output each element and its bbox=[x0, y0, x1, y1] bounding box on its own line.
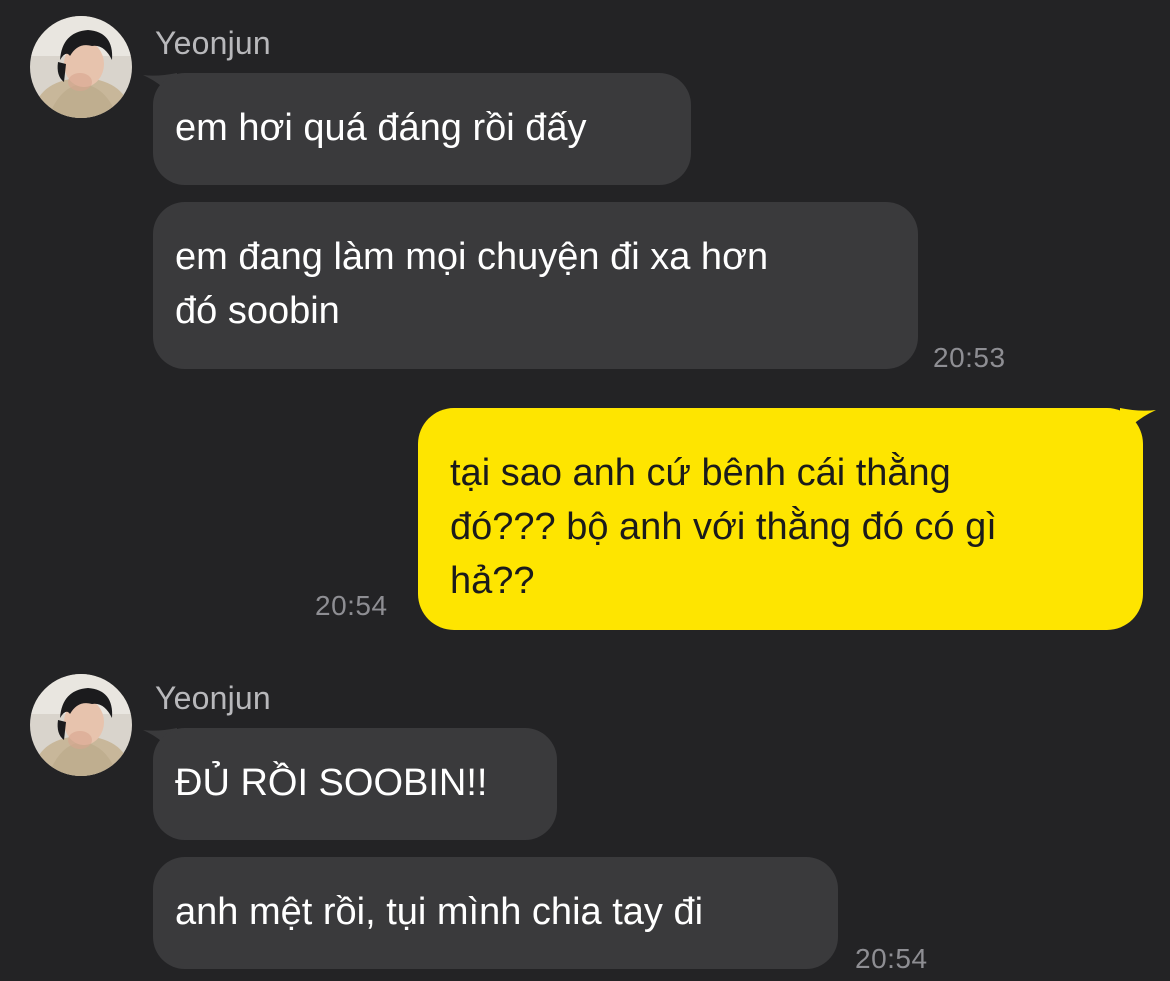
message-text: em hơi quá đáng rồi đấy bbox=[175, 107, 587, 149]
message-bubble[interactable]: em đang làm mọi chuyện đi xa hơn đó soob… bbox=[153, 202, 918, 369]
bubble-tail bbox=[1120, 408, 1156, 438]
profile-photo-icon bbox=[30, 674, 132, 776]
message-bubble[interactable]: ĐỦ RỒI SOOBIN!! bbox=[153, 728, 557, 840]
message-timestamp: 20:53 bbox=[933, 342, 1006, 373]
message-text: em đang làm mọi chuyện đi xa hơn bbox=[175, 236, 769, 278]
sender-avatar[interactable] bbox=[30, 674, 132, 776]
sender-name: Yeonjun bbox=[155, 680, 271, 716]
message-bubble[interactable]: anh mệt rồi, tụi mình chia tay đi bbox=[153, 857, 838, 969]
message-text: đó soobin bbox=[175, 290, 340, 332]
sender-name: Yeonjun bbox=[155, 25, 271, 61]
message-timestamp: 20:54 bbox=[315, 590, 388, 621]
message-bubble[interactable]: em hơi quá đáng rồi đấy bbox=[153, 73, 691, 185]
message-text: ĐỦ RỒI SOOBIN!! bbox=[175, 762, 488, 804]
message-bubble[interactable]: tại sao anh cứ bênh cái thằng đó??? bộ a… bbox=[418, 408, 1143, 630]
message-text: tại sao anh cứ bênh cái thằng bbox=[450, 452, 951, 494]
message-text: anh mệt rồi, tụi mình chia tay đi bbox=[175, 891, 704, 933]
profile-photo-icon bbox=[30, 16, 132, 118]
message-timestamp: 20:54 bbox=[855, 943, 928, 974]
sender-avatar[interactable] bbox=[30, 16, 132, 118]
message-text: hả?? bbox=[450, 560, 535, 602]
message-text: đó??? bộ anh với thằng đó có gì bbox=[450, 506, 997, 548]
